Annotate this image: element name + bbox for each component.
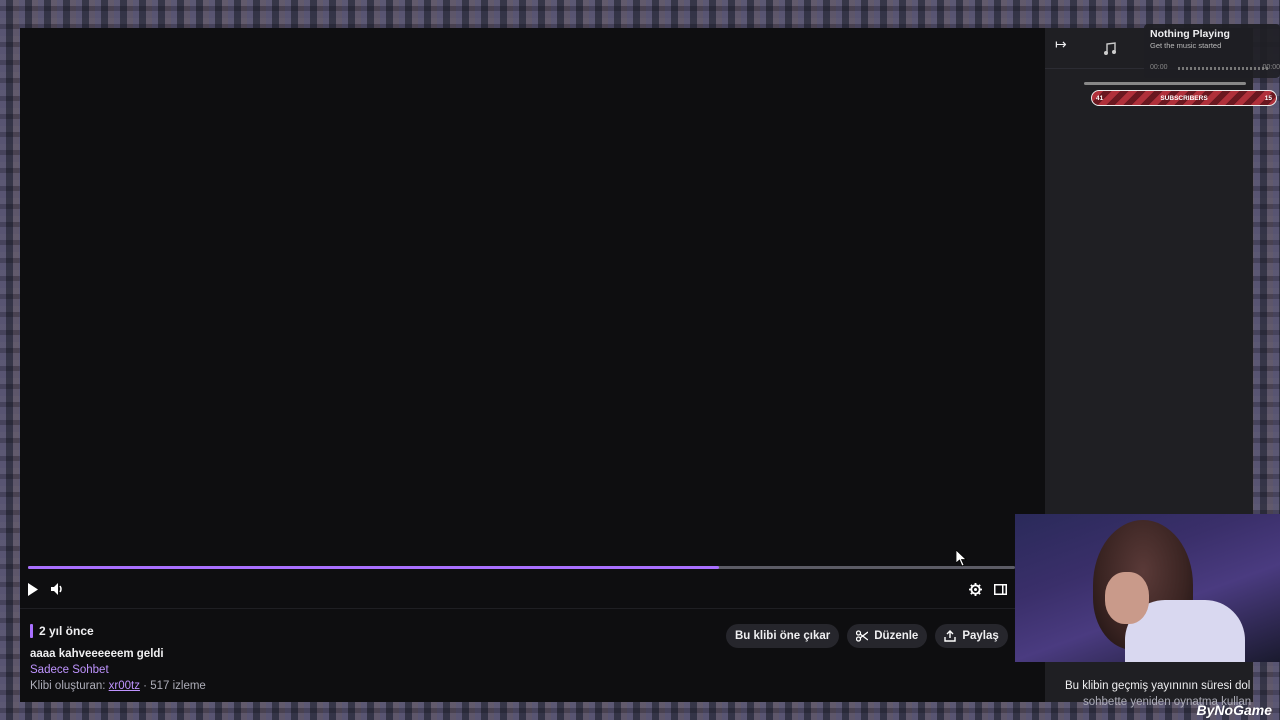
clip-age: 2 yıl önce xyxy=(30,624,730,638)
webcam-overlay xyxy=(1015,514,1280,662)
time-end: 00:00 xyxy=(1262,64,1280,71)
mouse-cursor-icon xyxy=(956,550,968,567)
clip-info: 2 yıl önce aaaa kahveeeeeem geldi Sadece… xyxy=(30,624,730,692)
category-link[interactable]: Sadece Sohbet xyxy=(30,664,730,676)
play-icon[interactable] xyxy=(20,576,46,602)
subs-label: SUBSCRIBERS xyxy=(1160,94,1208,102)
clip-title: aaaa kahveeeeeem geldi xyxy=(30,648,164,660)
music-widget: Nothing Playing Get the music started 00… xyxy=(1144,24,1280,78)
clip-age-label: 2 yıl önce xyxy=(39,624,94,638)
subs-right-count: 15 xyxy=(1264,94,1272,102)
feature-clip-button[interactable]: Bu klibi öne çıkar xyxy=(726,624,840,648)
music-progress xyxy=(1178,67,1268,70)
dot-separator: · xyxy=(143,680,148,692)
expired-notice: Bu klibin geçmiş yayınının süresi dol xyxy=(1065,680,1251,692)
edit-button[interactable]: Düzenle xyxy=(847,624,928,648)
divider xyxy=(20,608,1045,609)
edit-label: Düzenle xyxy=(874,630,919,642)
bynogame-logo: ByNoGame xyxy=(1196,702,1272,718)
webcam-face xyxy=(1105,572,1149,624)
collapse-arrow-icon[interactable]: ↦ xyxy=(1055,36,1067,53)
seek-bar[interactable] xyxy=(28,566,1015,569)
feature-clip-label: Bu klibi öne çıkar xyxy=(735,630,831,642)
share-button[interactable]: Paylaş xyxy=(935,624,1008,648)
seek-bar-fill xyxy=(28,566,719,569)
theatre-mode-icon[interactable] xyxy=(987,576,1013,602)
clip-actions: Bu klibi öne çıkar Düzenle Paylaş xyxy=(726,624,1008,648)
scissors-icon xyxy=(856,630,869,642)
accent-bar xyxy=(30,624,33,638)
now-playing-subtitle: Get the music started xyxy=(1150,41,1222,50)
settings-gear-icon[interactable] xyxy=(962,576,988,602)
video-player[interactable] xyxy=(20,28,1045,606)
subscribers-goal-bar: 41 SUBSCRIBERS 15 xyxy=(1091,90,1277,106)
clip-meta: Klibi oluşturan: xr00tz · 517 izleme xyxy=(30,680,730,692)
creator-link[interactable]: xr00tz xyxy=(109,680,140,692)
volume-icon[interactable] xyxy=(44,576,70,602)
view-count: 517 izleme xyxy=(150,680,206,692)
subs-left-count: 41 xyxy=(1096,94,1104,102)
share-label: Paylaş xyxy=(962,630,999,642)
player-controls xyxy=(20,576,1020,602)
now-playing-title: Nothing Playing xyxy=(1150,28,1230,40)
creator-prefix: Klibi oluşturan: xyxy=(30,680,106,692)
music-note-icon[interactable] xyxy=(1103,42,1117,56)
time-start: 00:00 xyxy=(1150,64,1168,71)
clip-page: 2 yıl önce aaaa kahveeeeeem geldi Sadece… xyxy=(20,28,1045,702)
share-upload-icon xyxy=(944,630,957,642)
widget-bar xyxy=(1084,82,1246,85)
